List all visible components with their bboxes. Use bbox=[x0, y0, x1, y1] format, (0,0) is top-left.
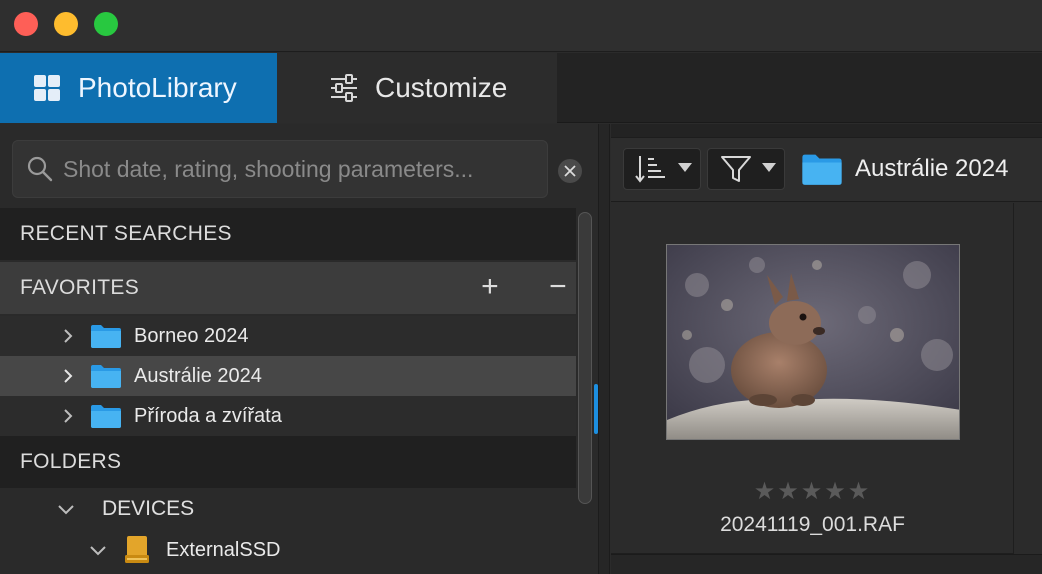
remove-favorite-button[interactable]: − bbox=[546, 272, 570, 302]
chevron-down-icon bbox=[678, 163, 692, 172]
current-folder-label: Austrálie 2024 bbox=[855, 155, 1009, 182]
folder-icon bbox=[91, 365, 121, 388]
favorite-item-borneo[interactable]: Borneo 2024 bbox=[0, 316, 576, 356]
filter-button[interactable] bbox=[707, 148, 785, 190]
filter-icon bbox=[721, 156, 751, 182]
chevron-down-icon[interactable] bbox=[88, 540, 108, 560]
tab-label: PhotoLibrary bbox=[78, 72, 237, 103]
next-thumbnail-cell bbox=[1015, 203, 1042, 554]
browser-grid-row-divider bbox=[611, 554, 1042, 574]
current-folder-path: Austrálie 2024 bbox=[801, 152, 1008, 186]
add-favorite-button[interactable]: + bbox=[478, 272, 502, 302]
search-input[interactable] bbox=[63, 155, 533, 183]
chevron-down-icon[interactable] bbox=[56, 499, 76, 519]
folder-icon bbox=[91, 405, 121, 428]
chevron-down-icon bbox=[762, 163, 776, 172]
sidebar-scrollbar[interactable] bbox=[578, 212, 592, 504]
favorites-header[interactable]: FAVORITES + − bbox=[0, 262, 576, 314]
drive-item-externalssd[interactable]: ExternalSSD bbox=[0, 530, 576, 570]
sort-icon bbox=[635, 156, 665, 183]
favorite-item-priroda[interactable]: Příroda a zvířata bbox=[0, 396, 576, 436]
chevron-right-icon[interactable] bbox=[58, 366, 78, 386]
favorite-label: Borneo 2024 bbox=[134, 324, 249, 347]
search-box[interactable] bbox=[12, 140, 548, 198]
maximize-window-button[interactable] bbox=[94, 12, 118, 36]
external-drive-icon bbox=[125, 536, 149, 563]
tab-customize[interactable]: Customize bbox=[277, 53, 557, 123]
favorite-item-australie[interactable]: Austrálie 2024 bbox=[0, 356, 576, 396]
search-icon bbox=[27, 156, 53, 182]
browser-toolbar: Austrálie 2024 bbox=[611, 138, 1042, 202]
favorites-label: FAVORITES bbox=[20, 276, 139, 299]
folders-label: FOLDERS bbox=[20, 450, 122, 473]
sidebar: RECENT SEARCHES FAVORITES + − Borneo 202… bbox=[0, 124, 598, 574]
devices-label: DEVICES bbox=[102, 497, 195, 520]
sliders-icon bbox=[329, 73, 359, 103]
drive-label: ExternalSSD bbox=[166, 538, 281, 561]
chevron-right-icon[interactable] bbox=[58, 406, 78, 426]
grid-icon bbox=[32, 73, 62, 103]
browser-panel: Austrálie 2024 ★★★★★ 20241119_001.RAF bbox=[611, 124, 1042, 574]
rating-stars[interactable]: ★★★★★ bbox=[611, 477, 1014, 506]
close-icon bbox=[564, 165, 576, 177]
tab-photolibrary[interactable]: PhotoLibrary bbox=[0, 53, 277, 123]
panel-splitter[interactable] bbox=[598, 124, 610, 574]
folders-header[interactable]: FOLDERS bbox=[0, 436, 576, 488]
favorite-label: Příroda a zvířata bbox=[134, 404, 282, 427]
recent-searches-label: RECENT SEARCHES bbox=[20, 222, 232, 245]
chevron-right-icon[interactable] bbox=[58, 326, 78, 346]
devices-group[interactable]: DEVICES bbox=[0, 488, 576, 530]
sort-button[interactable] bbox=[623, 148, 701, 190]
favorite-label: Austrálie 2024 bbox=[134, 364, 262, 387]
close-window-button[interactable] bbox=[14, 12, 38, 36]
recent-searches-header[interactable]: RECENT SEARCHES bbox=[0, 208, 576, 260]
folder-icon bbox=[91, 325, 121, 348]
title-bar bbox=[0, 0, 1042, 52]
photo-thumbnail[interactable] bbox=[666, 244, 960, 440]
browser-top-edge bbox=[611, 124, 1042, 138]
photo-filename: 20241119_001.RAF bbox=[720, 513, 905, 536]
photo-thumbnail-cell[interactable]: ★★★★★ 20241119_001.RAF bbox=[611, 203, 1014, 554]
folder-icon bbox=[802, 154, 842, 185]
tab-label: Customize bbox=[375, 72, 508, 103]
clear-search-button[interactable] bbox=[558, 159, 582, 183]
minimize-window-button[interactable] bbox=[54, 12, 78, 36]
mode-tab-bar: PhotoLibrary Customize bbox=[0, 53, 1042, 123]
